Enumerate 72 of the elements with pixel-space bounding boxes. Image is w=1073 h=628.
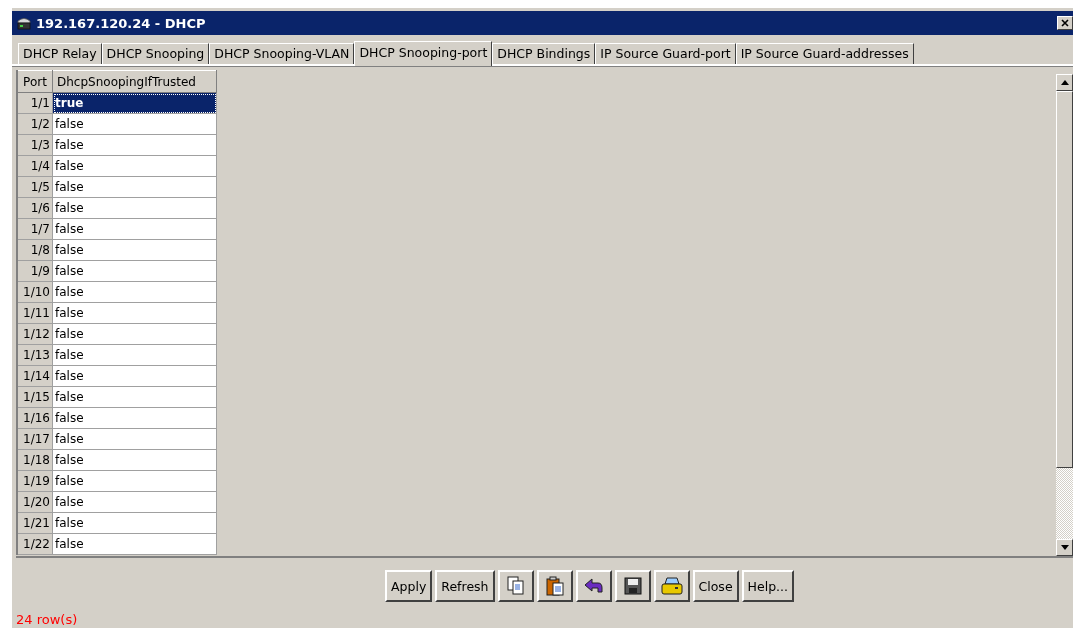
table-cell[interactable]: false (52, 491, 217, 513)
port-cell: 1/13 (17, 344, 53, 366)
table-cell[interactable]: false (52, 197, 217, 219)
port-cell: 1/15 (17, 386, 53, 408)
printer-icon (660, 577, 683, 595)
paste-button[interactable] (536, 570, 573, 602)
port-cell: 1/5 (17, 176, 53, 198)
table-cell[interactable]: false (52, 155, 217, 177)
tab[interactable]: DHCP Relay (18, 43, 102, 64)
port-cell: 1/16 (17, 407, 53, 429)
port-cell: 1/22 (17, 533, 53, 555)
clipboard-icon (545, 576, 564, 596)
port-cell: 1/3 (17, 134, 53, 156)
tab[interactable]: IP Source Guard-port (595, 43, 736, 64)
port-cell: 1/18 (17, 449, 53, 471)
dialog-button[interactable]: Apply (385, 570, 433, 602)
port-cell: 1/7 (17, 218, 53, 240)
port-cell: 1/8 (17, 239, 53, 261)
scroll-down-icon[interactable] (1056, 539, 1073, 556)
tab[interactable]: DHCP Snooping-VLAN (209, 43, 355, 64)
window-title: 192.167.120.24 - DHCP (36, 15, 206, 31)
port-cell: 1/12 (17, 323, 53, 345)
column-header[interactable]: DhcpSnoopingIfTrusted (52, 70, 217, 93)
port-cell: 1/19 (17, 470, 53, 492)
port-cell: 1/17 (17, 428, 53, 450)
port-cell: 1/21 (17, 512, 53, 534)
port-cell: 1/2 (17, 113, 53, 135)
scroll-thumb[interactable] (1056, 91, 1073, 468)
status-text: 24 row(s) (16, 612, 79, 627)
table-cell[interactable]: false (52, 323, 217, 345)
port-cell: 1/10 (17, 281, 53, 303)
table-cell[interactable]: false (52, 407, 217, 429)
scroll-up-icon[interactable] (1056, 74, 1073, 91)
table-cell[interactable]: false (52, 176, 217, 198)
table-cell[interactable]: false (52, 449, 217, 471)
table-cell[interactable]: false (52, 344, 217, 366)
port-cell: 1/4 (17, 155, 53, 177)
table-cell[interactable]: false (52, 134, 217, 156)
table-cell[interactable]: false (52, 365, 217, 387)
print-button[interactable] (653, 570, 690, 602)
table-cell[interactable]: false (52, 239, 217, 261)
table-cell[interactable]: false (52, 260, 217, 282)
table-cell[interactable]: false (52, 113, 217, 135)
port-cell: 1/11 (17, 302, 53, 324)
table-cell[interactable]: false (52, 281, 217, 303)
dialog-button[interactable]: Refresh (435, 570, 495, 602)
column-header[interactable]: Port (17, 70, 53, 93)
copy-button[interactable] (497, 570, 534, 602)
network-device-icon (16, 15, 32, 31)
tab[interactable]: DHCP Bindings (492, 43, 596, 64)
close-icon[interactable] (1057, 16, 1073, 30)
table-cell[interactable]: false (52, 470, 217, 492)
port-cell: 1/14 (17, 365, 53, 387)
port-cell: 1/6 (17, 197, 53, 219)
table-cell[interactable]: false (52, 302, 217, 324)
tab[interactable]: DHCP Snooping-port (354, 41, 493, 66)
port-cell: 1/1 (17, 92, 53, 114)
tab[interactable]: IP Source Guard-addresses (735, 43, 914, 64)
table-cell[interactable]: false (52, 533, 217, 555)
port-cell: 1/9 (17, 260, 53, 282)
undo-arrow-icon (583, 578, 604, 594)
dialog-button[interactable]: Help... (741, 570, 794, 602)
dialog-button[interactable]: Close (692, 570, 739, 602)
table-cell[interactable]: false (52, 386, 217, 408)
copy-icon (506, 576, 525, 596)
table-cell[interactable]: false (52, 428, 217, 450)
save-button[interactable] (614, 570, 651, 602)
port-cell: 1/20 (17, 491, 53, 513)
table-cell[interactable]: false (52, 512, 217, 534)
tab[interactable]: DHCP Snooping (101, 43, 210, 64)
table-cell[interactable]: false (52, 218, 217, 240)
undo-button[interactable] (575, 570, 612, 602)
